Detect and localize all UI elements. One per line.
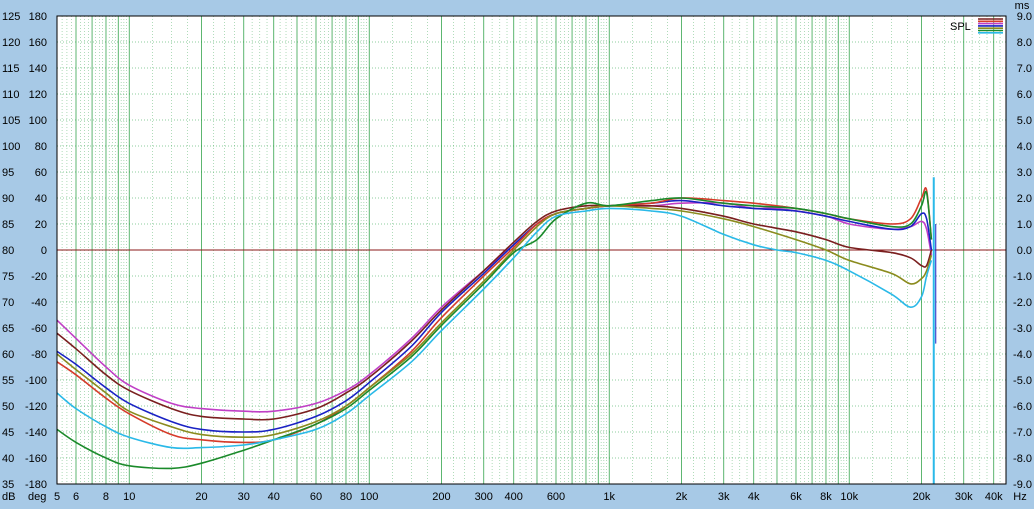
deg-tick-label: -80 — [31, 349, 47, 361]
deg-tick-label: 40 — [35, 193, 47, 205]
x-tick-label: 4k — [748, 491, 760, 503]
deg-tick-label: 20 — [35, 219, 47, 231]
x-tick-label: 20 — [195, 491, 207, 503]
ms-tick-label: 3.0 — [1017, 167, 1032, 179]
x-tick-label: 40k — [985, 491, 1003, 503]
deg-tick-label: 180 — [29, 11, 47, 23]
ms-tick-label: -3.0 — [1013, 323, 1032, 335]
deg-tick-label: 140 — [29, 63, 47, 75]
legend-label: SPL — [950, 21, 971, 33]
x-tick-label: 2k — [676, 491, 688, 503]
x-tick-label: 30 — [238, 491, 250, 503]
db-tick-label: 45 — [2, 427, 14, 439]
ms-tick-label: -9.0 — [1013, 479, 1032, 491]
x-unit-label: Hz — [1013, 491, 1026, 503]
db-tick-label: 55 — [2, 375, 14, 387]
db-tick-label: 75 — [2, 271, 14, 283]
ms-tick-label: -7.0 — [1013, 427, 1032, 439]
db-tick-label: 90 — [2, 193, 14, 205]
db-tick-label: 40 — [2, 453, 14, 465]
x-tick-label: 10 — [123, 491, 135, 503]
x-tick-label: 3k — [718, 491, 730, 503]
deg-tick-label: 80 — [35, 141, 47, 153]
db-unit-label: dB — [2, 491, 15, 503]
ms-tick-label: -1.0 — [1013, 271, 1032, 283]
db-tick-label: 70 — [2, 297, 14, 309]
x-tick-label: 5 — [54, 491, 60, 503]
db-tick-label: 120 — [2, 37, 20, 49]
ms-tick-label: 6.0 — [1017, 89, 1032, 101]
ms-tick-label: 8.0 — [1017, 37, 1032, 49]
x-tick-label: 8 — [103, 491, 109, 503]
deg-tick-label: -100 — [25, 375, 47, 387]
ms-tick-label: -2.0 — [1013, 297, 1032, 309]
ms-tick-label: -4.0 — [1013, 349, 1032, 361]
x-tick-label: 200 — [432, 491, 450, 503]
db-tick-label: 125 — [2, 11, 20, 23]
frequency-response-chart: 3540455055606570758085909510010511011512… — [0, 0, 1034, 509]
db-tick-label: 100 — [2, 141, 20, 153]
db-tick-label: 110 — [2, 89, 20, 101]
x-tick-label: 100 — [360, 491, 378, 503]
x-tick-label: 60 — [310, 491, 322, 503]
ms-tick-label: -8.0 — [1013, 453, 1032, 465]
db-tick-label: 115 — [2, 63, 20, 75]
db-tick-label: 80 — [2, 245, 14, 257]
deg-unit-label: deg — [28, 491, 46, 503]
deg-tick-label: -120 — [25, 401, 47, 413]
db-tick-label: 35 — [2, 479, 14, 491]
x-tick-label: 80 — [340, 491, 352, 503]
ms-tick-label: -5.0 — [1013, 375, 1032, 387]
x-tick-label: 40 — [268, 491, 280, 503]
ms-tick-label: 4.0 — [1017, 141, 1032, 153]
ms-tick-label: 9.0 — [1017, 11, 1032, 23]
deg-tick-label: 160 — [29, 37, 47, 49]
db-tick-label: 60 — [2, 349, 14, 361]
deg-tick-label: -180 — [25, 479, 47, 491]
x-tick-label: 10k — [840, 491, 858, 503]
x-tick-label: 400 — [505, 491, 523, 503]
x-tick-label: 6k — [790, 491, 802, 503]
ms-tick-label: 5.0 — [1017, 115, 1032, 127]
deg-tick-label: -60 — [31, 323, 47, 335]
deg-tick-label: 100 — [29, 115, 47, 127]
deg-tick-label: -160 — [25, 453, 47, 465]
ms-tick-label: 2.0 — [1017, 193, 1032, 205]
x-tick-label: 8k — [820, 491, 832, 503]
deg-tick-label: 0 — [41, 245, 47, 257]
x-tick-label: 6 — [73, 491, 79, 503]
ms-tick-label: 1.0 — [1017, 219, 1032, 231]
x-tick-label: 1k — [603, 491, 615, 503]
db-tick-label: 95 — [2, 167, 14, 179]
deg-tick-label: 120 — [29, 89, 47, 101]
db-tick-label: 85 — [2, 219, 14, 231]
ms-tick-label: 7.0 — [1017, 63, 1032, 75]
db-tick-label: 50 — [2, 401, 14, 413]
x-tick-label: 300 — [475, 491, 493, 503]
ms-unit-label: ms — [1015, 0, 1030, 12]
ms-tick-label: -6.0 — [1013, 401, 1032, 413]
deg-tick-label: -40 — [31, 297, 47, 309]
x-tick-label: 30k — [955, 491, 973, 503]
deg-tick-label: 60 — [35, 167, 47, 179]
ms-tick-label: 0.0 — [1017, 245, 1032, 257]
deg-tick-label: -140 — [25, 427, 47, 439]
db-tick-label: 105 — [2, 115, 20, 127]
db-tick-label: 65 — [2, 323, 14, 335]
deg-tick-label: -20 — [31, 271, 47, 283]
x-tick-label: 600 — [547, 491, 565, 503]
x-tick-label: 20k — [913, 491, 931, 503]
